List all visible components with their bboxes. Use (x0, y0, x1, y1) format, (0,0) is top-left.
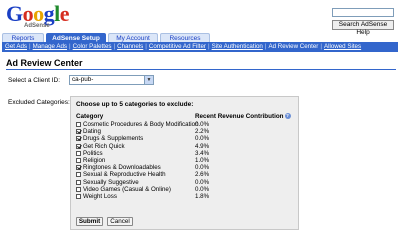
category-row: Weight Loss 1.8% (76, 193, 296, 200)
category-name: Dating (83, 128, 101, 136)
category-revenue: 4.9% (195, 142, 210, 150)
submit-button[interactable]: Submit (76, 217, 103, 226)
category-revenue: 0.0% (195, 121, 210, 128)
subnav-ad-review-center: Ad Review Center (268, 43, 319, 50)
category-name: Cosmetic Procedures & Body Modification (83, 121, 199, 128)
category-revenue: 0.0% (195, 185, 210, 193)
category-checkbox[interactable] (76, 165, 81, 171)
category-name: Drugs & Supplements (83, 135, 144, 143)
page-title: Ad Review Center (6, 58, 83, 68)
panel-heading: Choose up to 5 categories to exclude: (76, 101, 194, 108)
main-tabs: Reports AdSense Setup My Account Resourc… (0, 33, 400, 42)
column-header-revenue-label: Recent Revenue Contribution (195, 113, 284, 120)
category-checkbox[interactable] (76, 136, 81, 142)
category-checkbox[interactable] (76, 179, 81, 185)
category-row: Dating 2.2% (76, 128, 296, 135)
subnav-bar: Get Ads | Manage Ads | Color Palettes | Channe… (2, 42, 398, 52)
category-revenue: 1.8% (195, 192, 210, 200)
google-logo: Google AdSense (6, 3, 76, 31)
category-name: Religion (83, 156, 106, 164)
category-revenue: 0.0% (195, 178, 210, 186)
column-header-category: Category (76, 113, 104, 120)
tab-my-account[interactable]: My Account (108, 33, 158, 42)
search-input[interactable] (332, 8, 394, 17)
subnav-site-authentication[interactable]: Site Authentication (212, 43, 263, 50)
search-help-button[interactable]: Search AdSense Help (332, 20, 394, 36)
category-checkbox[interactable] (76, 122, 81, 127)
category-row: Sexually Suggestive 0.0% (76, 179, 296, 186)
category-name: Sexually Suggestive (83, 178, 139, 186)
category-checkbox[interactable] (76, 186, 81, 192)
category-revenue: 1.0% (195, 156, 210, 164)
category-revenue: 0.0% (195, 164, 210, 172)
client-id-select[interactable]: ca-pub- ▼ (69, 75, 154, 85)
client-id-label: Select a Client ID: (8, 77, 61, 84)
subnav-color-palettes[interactable]: Color Palettes (73, 43, 112, 50)
category-row: Cosmetic Procedures & Body Modification 0… (76, 121, 296, 128)
category-checkbox[interactable] (76, 157, 81, 163)
info-icon[interactable]: ? (284, 113, 291, 120)
logo-subtitle: AdSense (24, 23, 50, 29)
client-id-value: ca-pub- (72, 76, 94, 83)
subnav-allowed-sites[interactable]: Allowed Sites (324, 43, 361, 50)
category-row: Video Games (Casual & Online) 0.0% (76, 186, 296, 193)
category-revenue: 2.2% (195, 128, 210, 136)
category-name: Politics (83, 149, 103, 157)
category-checkbox[interactable] (76, 143, 81, 149)
subnav-get-ads[interactable]: Get Ads (5, 43, 27, 50)
category-revenue: 0.0% (195, 135, 210, 143)
category-name: Weight Loss (83, 192, 117, 200)
category-row: Drugs & Supplements 0.0% (76, 135, 296, 142)
chevron-down-icon[interactable]: ▼ (144, 76, 153, 84)
category-row: Politics 3.4% (76, 150, 296, 157)
tab-adsense-setup[interactable]: AdSense Setup (46, 33, 106, 42)
logo-wordmark: Google (6, 1, 70, 26)
category-revenue: 2.6% (195, 171, 210, 179)
title-divider (6, 69, 396, 70)
category-revenue: 3.4% (195, 149, 210, 157)
category-checkbox[interactable] (76, 150, 81, 156)
category-row: Get Rich Quick 4.9% (76, 143, 296, 150)
tab-reports[interactable]: Reports (2, 33, 44, 42)
category-row: Sexual & Reproductive Health 2.6% (76, 171, 296, 178)
tab-resources[interactable]: Resources (160, 33, 210, 42)
category-checkbox[interactable] (76, 193, 81, 199)
category-name: Sexual & Reproductive Health (83, 171, 166, 179)
category-name: Get Rich Quick (83, 142, 125, 150)
category-name: Ringtones & Downloadables (83, 164, 161, 172)
category-name: Video Games (Casual & Online) (83, 185, 171, 193)
category-row: Religion 1.0% (76, 157, 296, 164)
subnav-competitive-ad-filter[interactable]: Competitive Ad Filter (149, 43, 206, 50)
category-checkbox[interactable] (76, 129, 81, 135)
cancel-button[interactable]: Cancel (107, 217, 133, 226)
category-panel: Choose up to 5 categories to exclude: Ca… (70, 96, 299, 230)
subnav-manage-ads[interactable]: Manage Ads (33, 43, 67, 50)
subnav-channels[interactable]: Channels (117, 43, 143, 50)
column-header-revenue: Recent Revenue Contribution? (195, 113, 291, 120)
category-list: Cosmetic Procedures & Body Modification 0… (76, 121, 296, 200)
category-checkbox[interactable] (76, 172, 81, 178)
category-row: Ringtones & Downloadables 0.0% (76, 164, 296, 171)
excluded-categories-label: Excluded Categories: (8, 99, 70, 106)
